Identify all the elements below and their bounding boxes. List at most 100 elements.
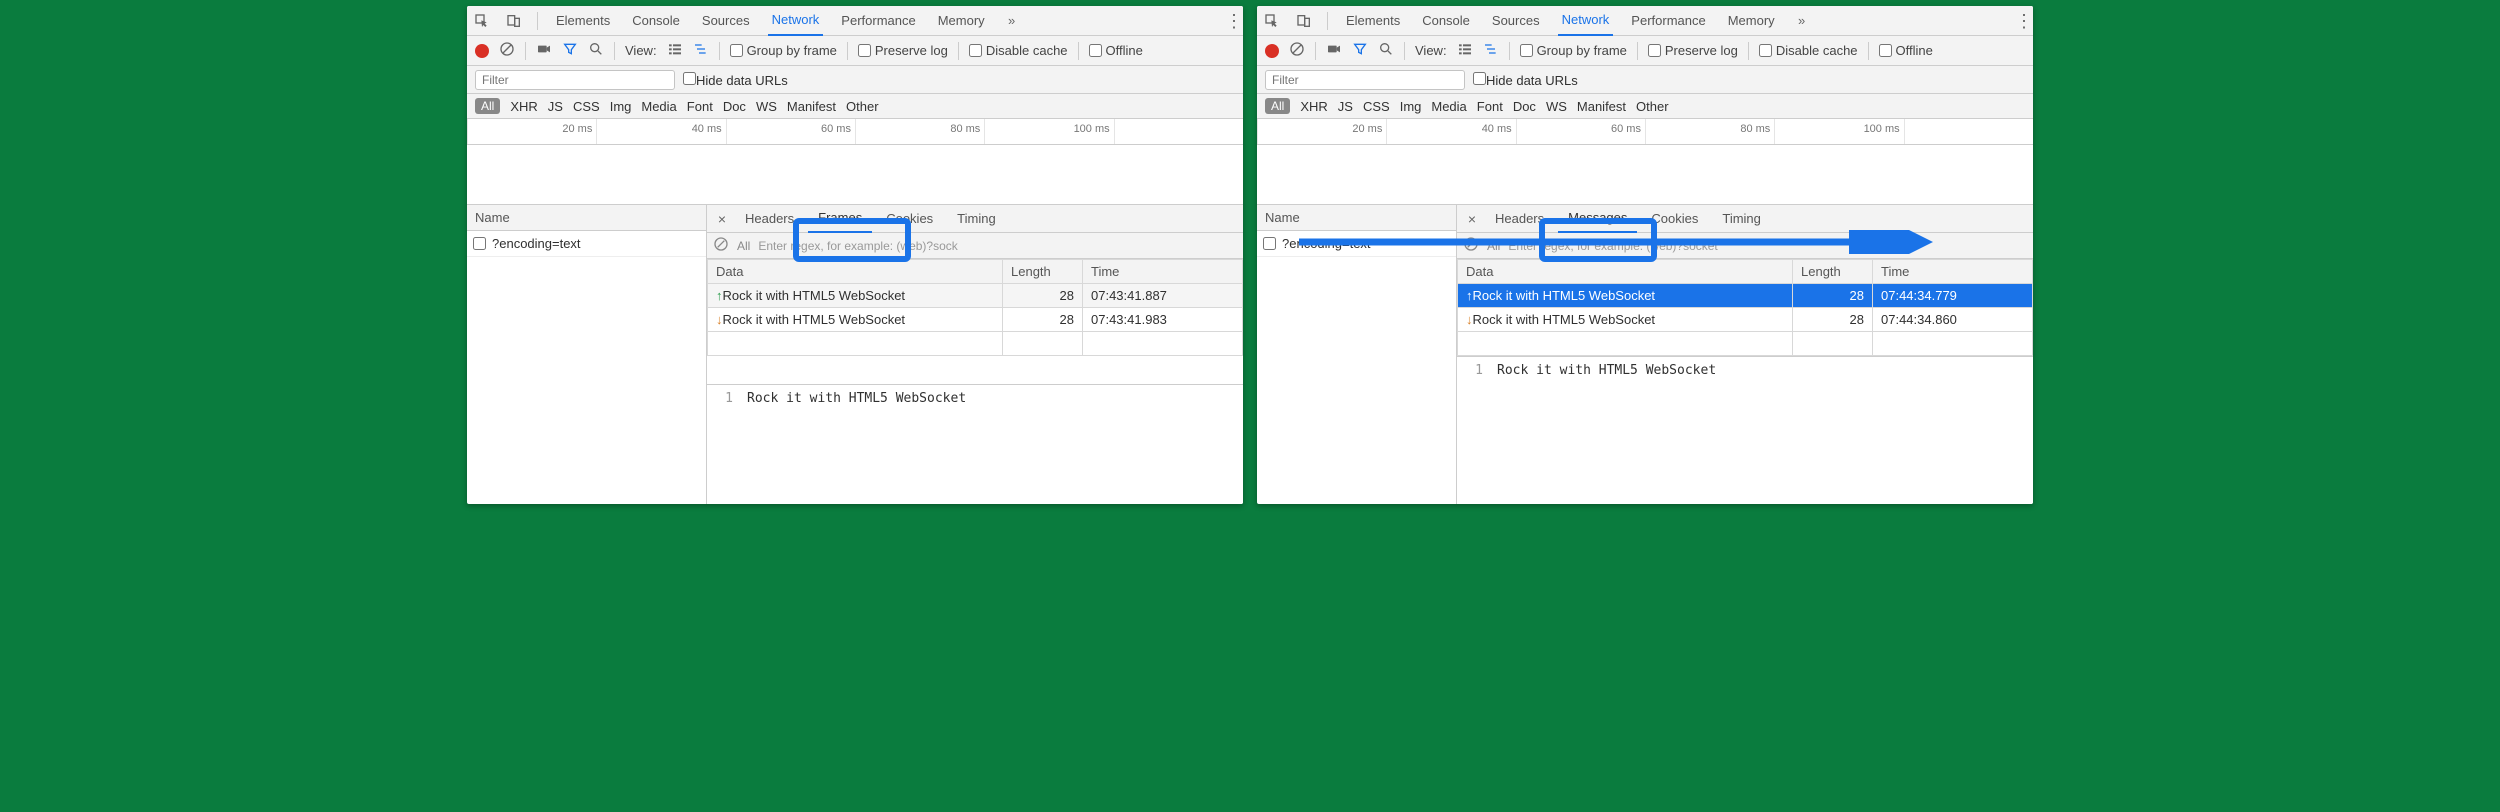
view-list-icon[interactable] xyxy=(667,41,683,60)
frame-row[interactable]: ↑Rock it with HTML5 WebSocket 28 07:43:4… xyxy=(708,284,1243,308)
frame-row[interactable]: ↓Rock it with HTML5 WebSocket 28 07:43:4… xyxy=(708,308,1243,332)
offline-checkbox[interactable]: Offline xyxy=(1879,43,1933,58)
view-list-icon[interactable] xyxy=(1457,41,1473,60)
tab-performance[interactable]: Performance xyxy=(837,6,919,36)
more-tabs-icon[interactable]: » xyxy=(1793,12,1811,30)
col-time[interactable]: Time xyxy=(1083,260,1243,284)
disable-cache-checkbox[interactable]: Disable cache xyxy=(969,43,1068,58)
group-by-frame-checkbox[interactable]: Group by frame xyxy=(1520,43,1627,58)
filter-funnel-icon[interactable] xyxy=(1352,41,1368,60)
clear-frames-icon[interactable] xyxy=(713,236,729,255)
type-chip-css[interactable]: CSS xyxy=(573,99,600,114)
col-data[interactable]: Data xyxy=(708,260,1003,284)
request-row[interactable]: ?encoding=text xyxy=(1257,231,1456,257)
tab-memory[interactable]: Memory xyxy=(1724,6,1779,36)
device-toggle-icon[interactable] xyxy=(505,12,523,30)
tab-elements[interactable]: Elements xyxy=(552,6,614,36)
col-time[interactable]: Time xyxy=(1873,260,2033,284)
messages-regex-hint[interactable]: Enter regex, for example: (web)?socket xyxy=(1508,239,1717,253)
type-chip-font[interactable]: Font xyxy=(1477,99,1503,114)
inspect-icon[interactable] xyxy=(473,12,491,30)
subtab-messages[interactable]: Messages xyxy=(1558,205,1637,233)
frames-regex-hint[interactable]: Enter regex, for example: (web)?sock xyxy=(758,239,957,253)
tab-elements[interactable]: Elements xyxy=(1342,6,1404,36)
close-icon[interactable]: × xyxy=(1463,211,1481,227)
type-chip-ws[interactable]: WS xyxy=(756,99,777,114)
camera-icon[interactable] xyxy=(1326,41,1342,60)
device-toggle-icon[interactable] xyxy=(1295,12,1313,30)
tab-sources[interactable]: Sources xyxy=(698,6,754,36)
inspect-icon[interactable] xyxy=(1263,12,1281,30)
name-column-header[interactable]: Name xyxy=(467,205,706,231)
view-waterfall-icon[interactable] xyxy=(1483,41,1499,60)
type-chip-doc[interactable]: Doc xyxy=(1513,99,1536,114)
col-length[interactable]: Length xyxy=(1003,260,1083,284)
type-chip-img[interactable]: Img xyxy=(1400,99,1422,114)
type-chip-all[interactable]: All xyxy=(475,98,500,114)
clear-icon[interactable] xyxy=(499,41,515,60)
col-length[interactable]: Length xyxy=(1793,260,1873,284)
tab-network[interactable]: Network xyxy=(768,6,824,36)
name-column-header[interactable]: Name xyxy=(1257,205,1456,231)
type-chip-doc[interactable]: Doc xyxy=(723,99,746,114)
offline-checkbox[interactable]: Offline xyxy=(1089,43,1143,58)
more-tabs-icon[interactable]: » xyxy=(1003,12,1021,30)
clear-icon[interactable] xyxy=(1289,41,1305,60)
frames-filter-all[interactable]: All xyxy=(737,239,750,253)
tab-memory[interactable]: Memory xyxy=(934,6,989,36)
waterfall-area[interactable] xyxy=(467,145,1243,205)
filter-funnel-icon[interactable] xyxy=(562,41,578,60)
waterfall-area[interactable] xyxy=(1257,145,2033,205)
type-chip-img[interactable]: Img xyxy=(610,99,632,114)
filter-input[interactable] xyxy=(1265,70,1465,90)
timeline-ruler[interactable]: 20 ms 40 ms 60 ms 80 ms 100 ms xyxy=(467,119,1243,145)
tab-performance[interactable]: Performance xyxy=(1627,6,1709,36)
subtab-cookies[interactable]: Cookies xyxy=(876,205,943,233)
type-chip-font[interactable]: Font xyxy=(687,99,713,114)
filter-input[interactable] xyxy=(475,70,675,90)
record-icon[interactable] xyxy=(1265,44,1279,58)
message-row[interactable]: ↑Rock it with HTML5 WebSocket 28 07:44:3… xyxy=(1458,284,2033,308)
type-chip-all[interactable]: All xyxy=(1265,98,1290,114)
subtab-frames[interactable]: Frames xyxy=(808,205,872,233)
tab-network[interactable]: Network xyxy=(1558,6,1614,36)
type-chip-js[interactable]: JS xyxy=(1338,99,1353,114)
col-data[interactable]: Data xyxy=(1458,260,1793,284)
request-checkbox[interactable] xyxy=(1263,237,1276,250)
type-chip-xhr[interactable]: XHR xyxy=(510,99,537,114)
subtab-headers[interactable]: Headers xyxy=(735,205,804,233)
clear-messages-icon[interactable] xyxy=(1463,236,1479,255)
hide-data-urls-checkbox[interactable]: Hide data URLs xyxy=(683,72,788,88)
record-icon[interactable] xyxy=(475,44,489,58)
tab-console[interactable]: Console xyxy=(628,6,684,36)
type-chip-other[interactable]: Other xyxy=(846,99,879,114)
camera-icon[interactable] xyxy=(536,41,552,60)
group-by-frame-checkbox[interactable]: Group by frame xyxy=(730,43,837,58)
type-chip-media[interactable]: Media xyxy=(641,99,676,114)
messages-filter-all[interactable]: All xyxy=(1487,239,1500,253)
request-checkbox[interactable] xyxy=(473,237,486,250)
preserve-log-checkbox[interactable]: Preserve log xyxy=(1648,43,1738,58)
type-chip-xhr[interactable]: XHR xyxy=(1300,99,1327,114)
type-chip-css[interactable]: CSS xyxy=(1363,99,1390,114)
search-icon[interactable] xyxy=(1378,41,1394,60)
type-chip-manifest[interactable]: Manifest xyxy=(787,99,836,114)
timeline-ruler[interactable]: 20 ms 40 ms 60 ms 80 ms 100 ms xyxy=(1257,119,2033,145)
tab-console[interactable]: Console xyxy=(1418,6,1474,36)
tab-sources[interactable]: Sources xyxy=(1488,6,1544,36)
type-chip-media[interactable]: Media xyxy=(1431,99,1466,114)
type-chip-js[interactable]: JS xyxy=(548,99,563,114)
kebab-menu-icon[interactable]: ⋮ xyxy=(1225,12,1243,30)
type-chip-other[interactable]: Other xyxy=(1636,99,1669,114)
search-icon[interactable] xyxy=(588,41,604,60)
kebab-menu-icon[interactable]: ⋮ xyxy=(2015,12,2033,30)
subtab-timing[interactable]: Timing xyxy=(947,205,1006,233)
request-row[interactable]: ?encoding=text xyxy=(467,231,706,257)
subtab-cookies[interactable]: Cookies xyxy=(1641,205,1708,233)
view-waterfall-icon[interactable] xyxy=(693,41,709,60)
close-icon[interactable]: × xyxy=(713,211,731,227)
type-chip-manifest[interactable]: Manifest xyxy=(1577,99,1626,114)
hide-data-urls-checkbox[interactable]: Hide data URLs xyxy=(1473,72,1578,88)
type-chip-ws[interactable]: WS xyxy=(1546,99,1567,114)
message-row[interactable]: ↓Rock it with HTML5 WebSocket 28 07:44:3… xyxy=(1458,308,2033,332)
